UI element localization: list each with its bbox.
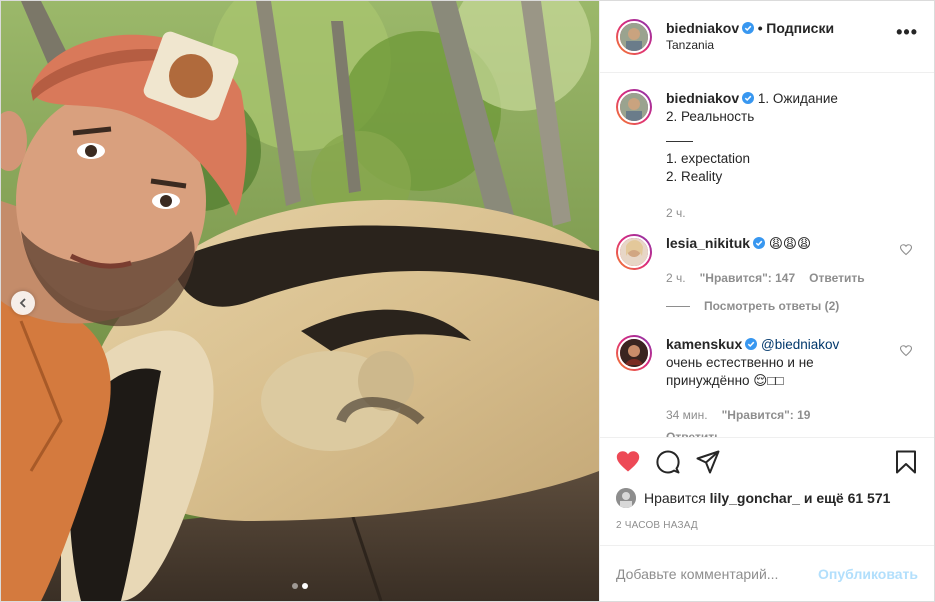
commenter-username[interactable]: lesia_nikituk: [666, 235, 750, 251]
reply-button[interactable]: Ответить: [809, 269, 864, 287]
commenter-avatar[interactable]: [616, 234, 652, 270]
comment-composer: Опубликовать: [600, 545, 934, 601]
comment-time[interactable]: 2 ч.: [666, 269, 686, 287]
post-dialog: biedniakov • Подписки Tanzania ••• biedn…: [0, 0, 935, 602]
comment-time[interactable]: 34 мин.: [666, 406, 708, 424]
photo-image: [1, 1, 599, 601]
caption-time[interactable]: 2 ч.: [666, 204, 686, 222]
liker-avatar[interactable]: [616, 488, 636, 508]
caption-avatar[interactable]: [616, 89, 652, 125]
replies-line: [666, 305, 690, 307]
reply-button[interactable]: Ответить: [666, 428, 890, 437]
comment-likes[interactable]: "Нравится": 147: [700, 269, 796, 287]
likes-prefix: Нравится: [644, 490, 706, 506]
chevron-left-icon: [19, 298, 26, 308]
carousel-dot-active[interactable]: [302, 583, 308, 589]
verified-badge-icon: [742, 92, 755, 104]
header-separator: •: [757, 19, 763, 36]
comment-text: 😩😩😩: [768, 236, 812, 251]
comments-list[interactable]: biedniakov 1. Ожидание 2. Реальность —— …: [600, 73, 934, 437]
likes-count[interactable]: и ещё 61 571: [804, 490, 891, 506]
more-options-button[interactable]: •••: [896, 22, 918, 51]
caption: biedniakov 1. Ожидание 2. Реальность —— …: [616, 89, 918, 222]
post-photo[interactable]: [1, 1, 599, 601]
comment-mention-link[interactable]: @biedniakov: [761, 337, 839, 352]
carousel-dots: [1, 583, 599, 589]
prev-slide-button[interactable]: [11, 291, 35, 315]
likes-summary[interactable]: Нравится lily_gonchar_ и ещё 61 571: [616, 488, 918, 508]
comment-input[interactable]: [616, 565, 819, 582]
caption-divider: ——: [666, 133, 693, 148]
caption-line: 1. Ожидание: [757, 91, 838, 106]
comment-text: очень естественно и не принуждённо 😌□□: [666, 355, 814, 388]
view-replies-button[interactable]: Посмотреть ответы (2): [666, 299, 918, 313]
comment-like-heart-icon[interactable]: [900, 345, 912, 357]
caption-line: 2. Reality: [666, 169, 723, 184]
action-icons: [616, 442, 918, 482]
carousel-dot[interactable]: [292, 583, 298, 589]
paper-plane-icon[interactable]: [696, 450, 720, 474]
caption-line: 2. Реальность: [666, 109, 755, 124]
post-timestamp[interactable]: 2 ЧАСОВ НАЗАД: [616, 520, 918, 531]
post-actions: Нравится lily_gonchar_ и ещё 61 571 2 ЧА…: [600, 437, 934, 545]
publish-button[interactable]: Опубликовать: [818, 566, 918, 582]
bookmark-icon[interactable]: [894, 450, 918, 474]
commenter-avatar[interactable]: [616, 335, 652, 371]
verified-badge-icon: [742, 21, 755, 34]
author-avatar[interactable]: [616, 18, 652, 55]
post-header: biedniakov • Подписки Tanzania •••: [600, 1, 934, 73]
comment-like-heart-icon[interactable]: [900, 244, 912, 256]
author-username[interactable]: biedniakov: [666, 20, 739, 36]
comment-item: kamenskux @biedniakov очень естественно …: [616, 335, 918, 437]
comment-likes[interactable]: "Нравится": 19: [722, 406, 811, 424]
verified-badge-icon: [753, 237, 766, 249]
liker-username[interactable]: lily_gonchar_: [710, 490, 800, 506]
heart-icon[interactable]: [616, 450, 640, 474]
comment-item: lesia_nikituk 😩😩😩 2 ч. "Нравится": 147 О…: [616, 234, 918, 287]
post-location[interactable]: Tanzania: [666, 37, 896, 54]
view-replies-label[interactable]: Посмотреть ответы (2): [704, 299, 839, 313]
verified-badge-icon: [745, 338, 758, 350]
caption-line: 1. expectation: [666, 151, 751, 166]
comment-icon[interactable]: [656, 450, 680, 474]
post-side-panel: biedniakov • Подписки Tanzania ••• biedn…: [599, 1, 934, 601]
caption-username[interactable]: biedniakov: [666, 90, 739, 106]
commenter-username[interactable]: kamenskux: [666, 336, 742, 352]
follow-status-button[interactable]: Подписки: [766, 20, 834, 36]
